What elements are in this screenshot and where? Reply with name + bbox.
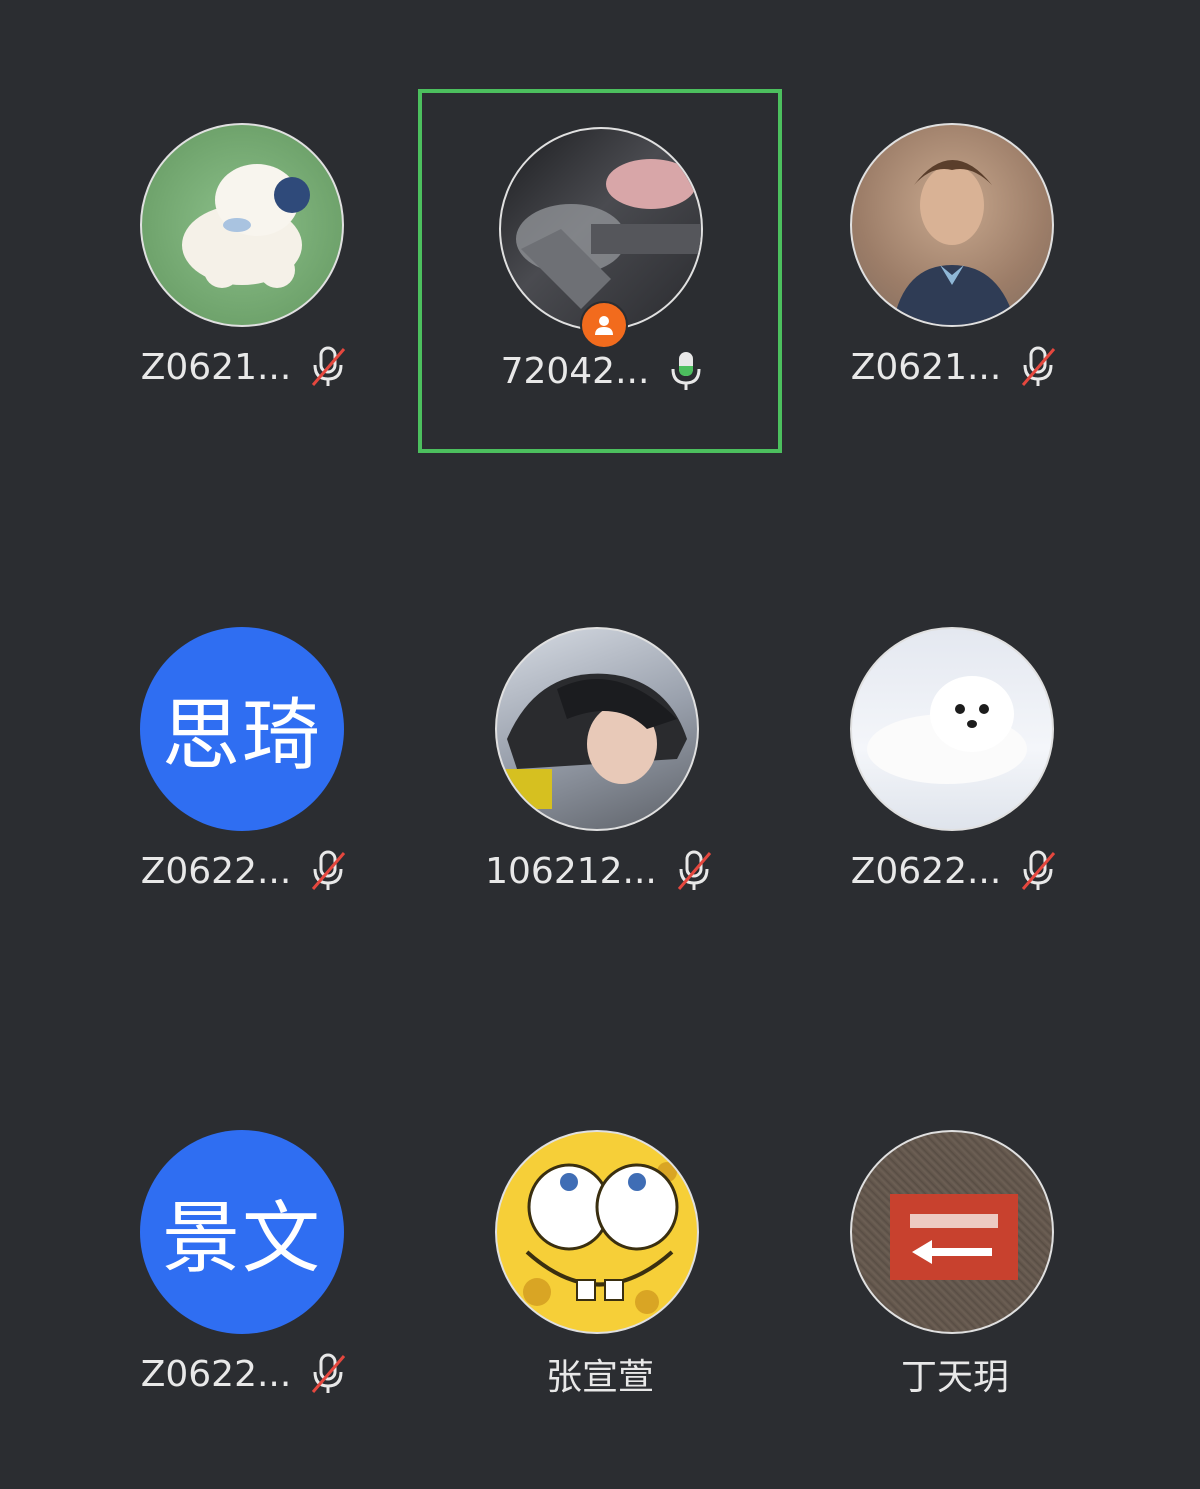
participant-tile[interactable]: 106212... [418, 593, 782, 957]
avatar [495, 1130, 699, 1334]
participant-name: 106212... [485, 850, 657, 892]
avatar [850, 627, 1054, 831]
participant-tile[interactable]: Z0622... [773, 593, 1137, 957]
participant-name: Z0622... [140, 850, 292, 892]
mic-muted-icon[interactable] [1017, 345, 1059, 389]
participant-tile[interactable]: 张宣萱 [418, 1096, 782, 1460]
participant-tile[interactable]: 思琦 Z0622... [63, 593, 427, 957]
participant-name-row: 张宣萱 [418, 1346, 782, 1402]
mic-active-icon[interactable] [665, 349, 707, 393]
avatar [140, 123, 344, 327]
participant-name-row: 106212... [418, 843, 782, 899]
participant-name: Z0622... [140, 1353, 292, 1395]
participant-tile[interactable]: 景文 Z0622... [63, 1096, 427, 1460]
participant-name-row: Z0622... [773, 843, 1137, 899]
participant-name-row: 丁天玥 [773, 1346, 1137, 1402]
participant-name: 张宣萱 [545, 1357, 654, 1398]
avatar-initials: 思琦 [140, 627, 344, 831]
participant-name: Z0621... [850, 346, 1002, 388]
participant-tile[interactable]: Z0621... [773, 89, 1137, 453]
participant-name-row: Z0621... [773, 339, 1137, 395]
participant-name-row: Z0621... [63, 339, 427, 395]
participant-tile-active[interactable]: 72042... [418, 89, 782, 453]
participant-name-row: Z0622... [63, 1346, 427, 1402]
participant-name: Z0622... [850, 850, 1002, 892]
participant-tile[interactable]: 丁天玥 [773, 1096, 1137, 1460]
host-badge-icon [580, 301, 628, 349]
participant-name: 72042... [500, 350, 650, 392]
participant-name: Z0621... [140, 346, 292, 388]
participant-name-row: Z0622... [63, 843, 427, 899]
avatar [850, 1130, 1054, 1334]
participant-name-row: 72042... [422, 343, 786, 399]
mic-muted-icon[interactable] [1017, 849, 1059, 893]
mic-muted-icon[interactable] [307, 1352, 349, 1396]
avatar [850, 123, 1054, 327]
participant-grid: Z0621... 72042... Z0621... 思琦 Z0622... 1… [0, 0, 1200, 1489]
participant-tile[interactable]: Z0621... [63, 89, 427, 453]
mic-muted-icon[interactable] [307, 849, 349, 893]
participant-name: 丁天玥 [900, 1357, 1009, 1398]
mic-muted-icon[interactable] [673, 849, 715, 893]
avatar [495, 627, 699, 831]
mic-muted-icon[interactable] [307, 345, 349, 389]
avatar-initials: 景文 [140, 1130, 344, 1334]
